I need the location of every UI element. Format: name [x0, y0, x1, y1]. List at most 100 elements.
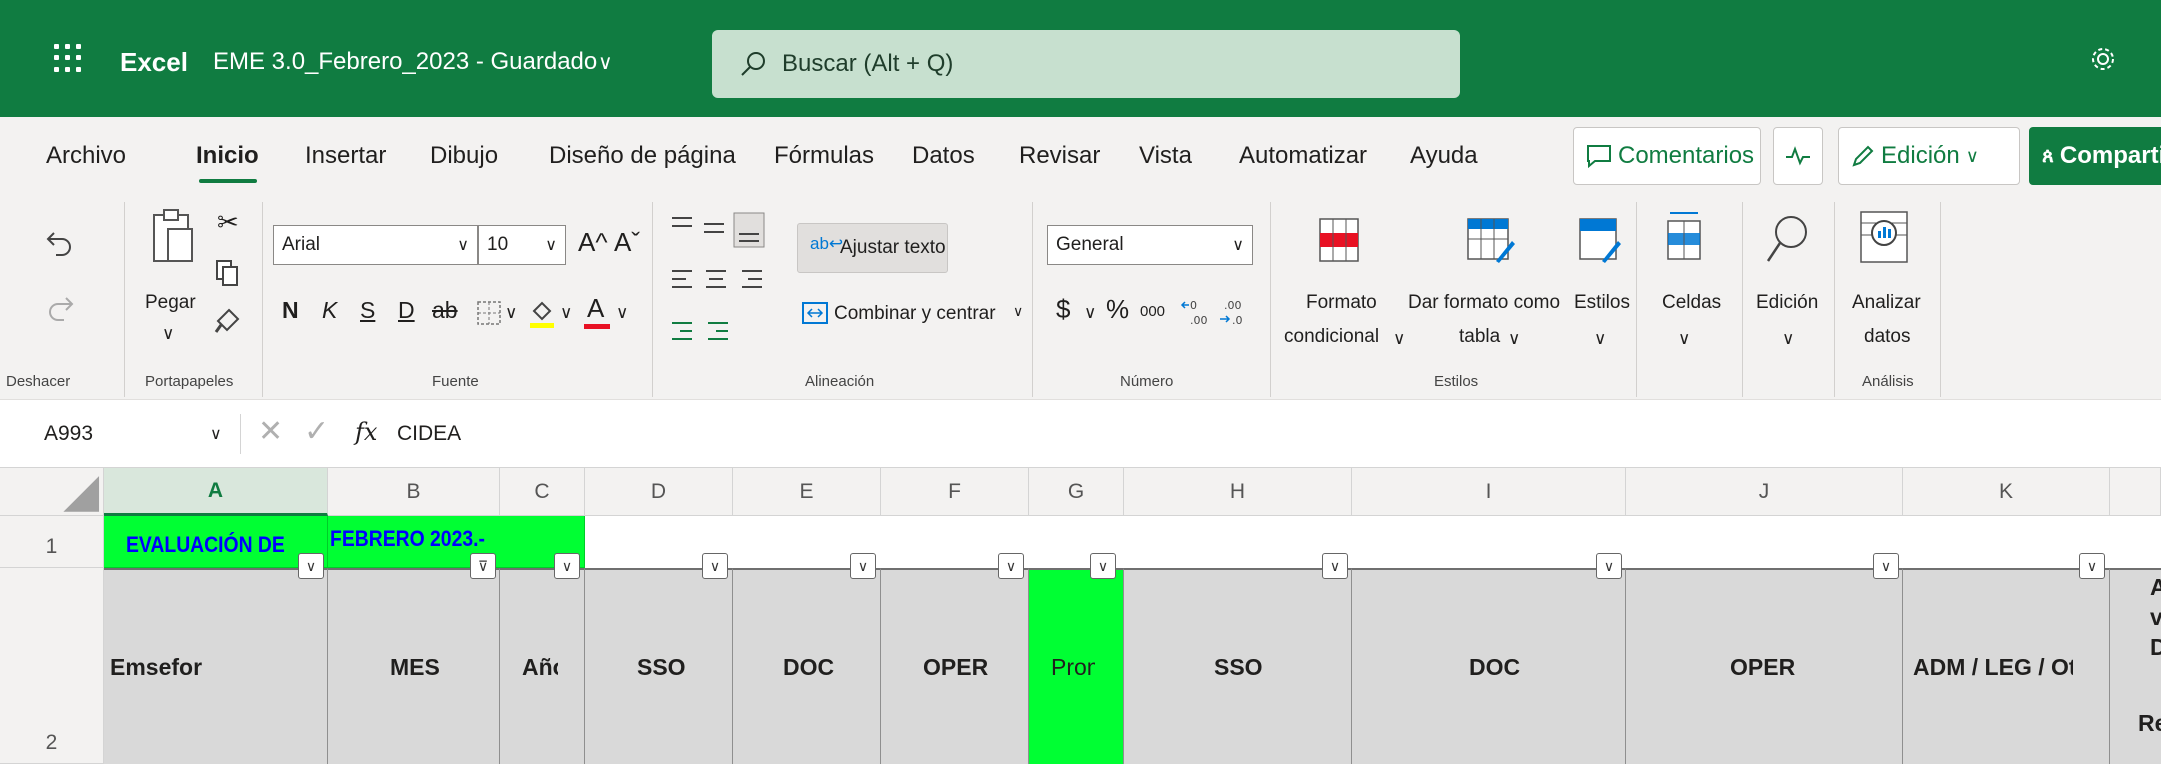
- tab-inicio[interactable]: Inicio: [196, 142, 259, 170]
- chevron-down-icon[interactable]: ∨: [598, 50, 613, 75]
- column-header-j[interactable]: J: [1626, 468, 1903, 516]
- chevron-down-icon[interactable]: ∨: [1393, 329, 1405, 349]
- underline-button[interactable]: D: [398, 297, 415, 324]
- cell-e2[interactable]: DOC: [733, 568, 881, 764]
- filter-button-a[interactable]: ∨: [298, 553, 324, 579]
- select-all-corner[interactable]: [0, 468, 104, 516]
- cells-icon[interactable]: [1664, 209, 1704, 263]
- analyze-data-icon[interactable]: [1858, 209, 1910, 265]
- copy-icon[interactable]: [215, 259, 239, 287]
- column-header-a[interactable]: A: [104, 468, 328, 516]
- insert-function-button[interactable]: fx: [355, 418, 377, 446]
- column-header-c[interactable]: C: [500, 468, 585, 516]
- paste-label[interactable]: Pegar: [145, 292, 196, 314]
- name-box[interactable]: A993: [44, 422, 93, 446]
- tab-archivo[interactable]: Archivo: [46, 142, 126, 170]
- font-name-dropdown[interactable]: Arial ∨: [273, 225, 478, 265]
- row1-empty-cells[interactable]: [585, 516, 2161, 568]
- analyze-data-label-2[interactable]: datos: [1864, 326, 1910, 348]
- cell-a2[interactable]: Emsefor: [104, 568, 328, 764]
- filter-button-k[interactable]: ∨: [2079, 553, 2105, 579]
- tab-vista[interactable]: Vista: [1139, 142, 1192, 170]
- filter-button-h[interactable]: ∨: [1322, 553, 1348, 579]
- cell-d2[interactable]: SSO: [585, 568, 733, 764]
- cell-j2[interactable]: OPER: [1626, 568, 1903, 764]
- merge-center-button[interactable]: Combinar y centrar ∨: [800, 295, 1030, 335]
- font-color-button[interactable]: A: [587, 293, 604, 324]
- thousands-button[interactable]: 000: [1140, 303, 1165, 320]
- vertical-align-icons[interactable]: [670, 212, 770, 248]
- tab-datos[interactable]: Datos: [912, 142, 975, 170]
- cells-label[interactable]: Celdas: [1662, 292, 1721, 314]
- tab-dibujo[interactable]: Dibujo: [430, 142, 498, 170]
- grow-font-button[interactable]: A^: [578, 227, 608, 258]
- filter-button-c[interactable]: ∨: [554, 553, 580, 579]
- column-header-h[interactable]: H: [1124, 468, 1352, 516]
- cell-styles-label[interactable]: Estilos: [1574, 292, 1630, 314]
- column-header-b[interactable]: B: [328, 468, 500, 516]
- editing-mode-button[interactable]: Edición ∨: [1838, 127, 2020, 185]
- column-header-l[interactable]: [2110, 468, 2161, 516]
- increase-decimal-icon[interactable]: 0.00: [1180, 297, 1210, 327]
- chevron-down-icon[interactable]: ∨: [1508, 329, 1520, 349]
- share-button[interactable]: ጰ Comparti: [2029, 127, 2161, 185]
- filter-button-j[interactable]: ∨: [1873, 553, 1899, 579]
- analyze-data-label-1[interactable]: Analizar: [1852, 292, 1921, 314]
- row-header-1[interactable]: 1: [0, 516, 104, 568]
- app-launcher-icon[interactable]: [54, 44, 82, 72]
- horizontal-align-icons[interactable]: [670, 267, 770, 297]
- filter-button-f[interactable]: ∨: [998, 553, 1024, 579]
- filter-button-d[interactable]: ∨: [702, 553, 728, 579]
- cell-l2[interactable]: A v D Rec: [2110, 568, 2161, 764]
- document-title[interactable]: EME 3.0_Febrero_2023 - Guardado: [213, 48, 597, 76]
- format-as-table-label-2[interactable]: tabla: [1459, 326, 1500, 348]
- find-icon[interactable]: [1764, 213, 1810, 267]
- strike-s-button[interactable]: S: [360, 297, 375, 324]
- column-header-f[interactable]: F: [881, 468, 1029, 516]
- cell-i2[interactable]: DOC: [1352, 568, 1626, 764]
- chevron-down-icon[interactable]: ∨: [1594, 329, 1606, 349]
- conditional-format-label-1[interactable]: Formato: [1306, 292, 1377, 314]
- format-as-table-icon[interactable]: [1466, 217, 1516, 265]
- tab-insertar[interactable]: Insertar: [305, 142, 386, 170]
- column-header-d[interactable]: D: [585, 468, 733, 516]
- column-header-i[interactable]: I: [1352, 468, 1626, 516]
- shrink-font-button[interactable]: Aˇ: [614, 227, 640, 258]
- comments-button[interactable]: Comentarios: [1573, 127, 1761, 185]
- redo-icon[interactable]: [44, 292, 76, 324]
- fill-color-icon[interactable]: [528, 297, 556, 329]
- filter-button-e[interactable]: ∨: [850, 553, 876, 579]
- activity-button[interactable]: [1773, 127, 1823, 185]
- column-header-k[interactable]: K: [1903, 468, 2110, 516]
- conditional-format-label-2[interactable]: condicional: [1284, 326, 1379, 348]
- currency-button[interactable]: $: [1056, 294, 1070, 325]
- row-header-2[interactable]: 2: [0, 568, 104, 764]
- editing-label[interactable]: Edición: [1756, 292, 1818, 314]
- undo-icon[interactable]: [44, 227, 76, 259]
- cell-k2[interactable]: ADM / LEG / Otro: [1903, 568, 2110, 764]
- filter-button-i[interactable]: ∨: [1596, 553, 1622, 579]
- formula-input[interactable]: CIDEA: [397, 422, 461, 446]
- chevron-down-icon[interactable]: ∨: [162, 324, 174, 344]
- cell-b2[interactable]: MES: [328, 568, 500, 764]
- column-header-g[interactable]: G: [1029, 468, 1124, 516]
- cell-g2[interactable]: Prom: [1029, 568, 1124, 764]
- italic-button[interactable]: K: [322, 297, 337, 324]
- font-size-dropdown[interactable]: 10 ∨: [478, 225, 566, 265]
- search-input[interactable]: Buscar (Alt + Q): [782, 50, 953, 78]
- chevron-down-icon[interactable]: ∨: [1678, 329, 1690, 349]
- conditional-format-icon[interactable]: [1318, 217, 1360, 263]
- number-format-dropdown[interactable]: General ∨: [1047, 225, 1253, 265]
- column-header-e[interactable]: E: [733, 468, 881, 516]
- cell-f2[interactable]: OPER: [881, 568, 1029, 764]
- chevron-down-icon[interactable]: ∨: [505, 303, 517, 323]
- cell-h2[interactable]: SSO: [1124, 568, 1352, 764]
- cell-c2[interactable]: Año: [500, 568, 585, 764]
- gear-icon[interactable]: [2088, 44, 2118, 74]
- cell-styles-icon[interactable]: [1578, 217, 1622, 265]
- filter-button-g[interactable]: ∨: [1090, 553, 1116, 579]
- filter-active-button-b[interactable]: ⊽: [470, 553, 496, 579]
- borders-icon[interactable]: [476, 300, 502, 326]
- cancel-icon[interactable]: ✕: [258, 414, 283, 449]
- cut-icon[interactable]: ✂: [217, 207, 239, 238]
